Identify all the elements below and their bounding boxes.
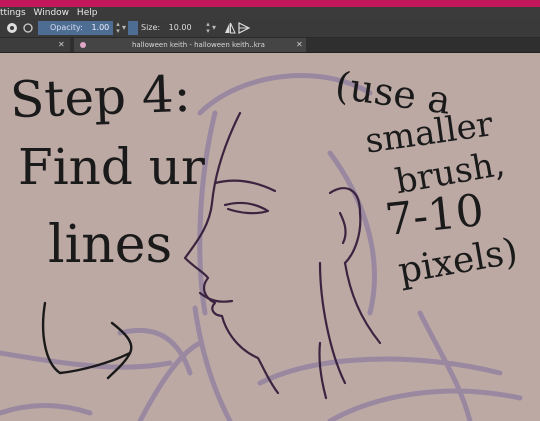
size-dropdown-icon[interactable]: ▾ (209, 21, 219, 35)
document-tab-previous[interactable]: ✕ (0, 38, 70, 52)
note-line-4: 7-10 (382, 184, 487, 247)
menu-settings[interactable]: ttings (0, 8, 26, 18)
size-slider-fill[interactable] (128, 21, 138, 35)
tool-options-toolbar: Opacity: 1.00 ▴▾ ▾ Size: 10.00 px ▴▾ ▾ (0, 19, 540, 46)
reset-icon[interactable] (22, 22, 34, 34)
menu-bar: ttings Window Help (0, 7, 540, 19)
mirror-horizontal-icon[interactable] (224, 22, 236, 34)
lines-text: lines (48, 215, 173, 275)
brush-preset-icon[interactable] (6, 22, 18, 34)
step-heading: Step 4: (9, 64, 192, 130)
size-field[interactable]: Size: 10.00 px (141, 21, 201, 46)
mirror-vertical-icon[interactable] (238, 22, 251, 34)
find-lines-text: Find ur (18, 138, 205, 196)
document-tab-bar: ✕ halloween keith - halloween keith..kra… (0, 38, 540, 53)
opacity-field[interactable]: Opacity: 1.00 (38, 21, 113, 35)
opacity-label: Opacity: (50, 23, 83, 32)
size-label: Size: (141, 23, 161, 32)
title-bar (0, 0, 540, 7)
drawing-canvas[interactable]: Step 4: Find ur lines (use a smaller bru… (0, 53, 540, 421)
document-tab-active[interactable]: halloween keith - halloween keith..kra ✕ (74, 38, 306, 52)
document-icon (80, 42, 86, 48)
menu-window[interactable]: Window (34, 8, 70, 18)
menu-help[interactable]: Help (77, 8, 98, 18)
close-icon[interactable]: ✕ (296, 38, 303, 52)
close-icon[interactable]: ✕ (58, 38, 65, 52)
document-tab-label: halloween keith - halloween keith..kra (132, 41, 265, 49)
opacity-value: 1.00 (91, 23, 110, 32)
